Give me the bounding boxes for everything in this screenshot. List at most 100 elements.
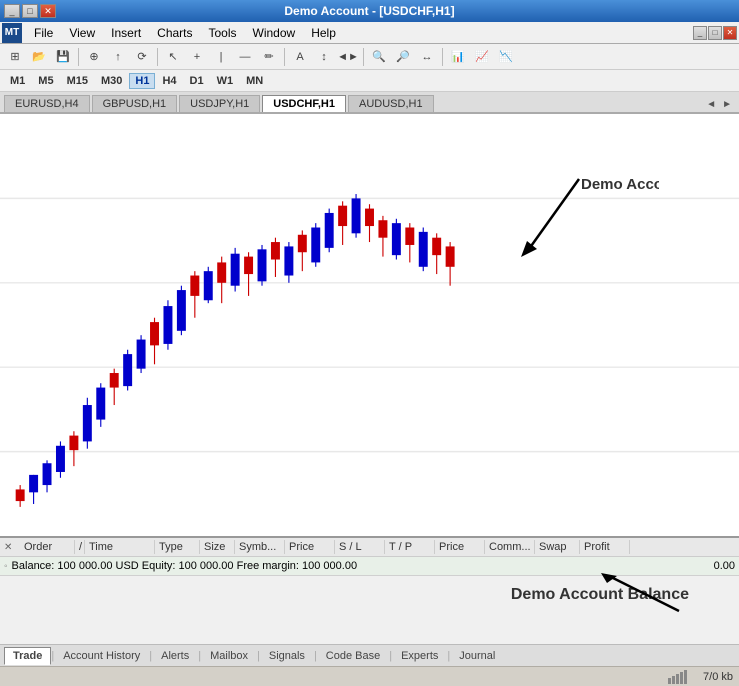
menu-tools[interactable]: Tools <box>201 24 245 42</box>
profiles-button[interactable]: ⊕ <box>83 46 105 68</box>
col-time: Time <box>85 540 155 554</box>
balance-text: Balance: 100 000.00 USD Equity: 100 000.… <box>12 560 358 572</box>
terminal-body: ◦ Balance: 100 000.00 USD Equity: 100 00… <box>0 557 739 644</box>
minimize-button[interactable]: _ <box>4 4 20 18</box>
bar-chart-button[interactable]: 📊 <box>447 46 469 68</box>
term-tab-journal[interactable]: Journal <box>450 647 504 665</box>
toolbar-sep-3 <box>284 48 285 66</box>
tf-m15[interactable]: M15 <box>61 73 94 89</box>
bar-5 <box>684 670 687 684</box>
tf-m30[interactable]: M30 <box>95 73 128 89</box>
crosshair-button[interactable]: + <box>186 46 208 68</box>
tf-mn[interactable]: MN <box>240 73 269 89</box>
col-type: Type <box>155 540 200 554</box>
menu-help[interactable]: Help <box>303 24 344 42</box>
col-sl: S / L <box>335 540 385 554</box>
tab-usdjpy-h1[interactable]: USDJPY,H1 <box>179 95 260 112</box>
scroll-right-icon[interactable]: ► <box>719 97 735 112</box>
text-button[interactable]: A <box>289 46 311 68</box>
bar-1 <box>668 678 671 684</box>
tf-h4[interactable]: H4 <box>156 73 182 89</box>
bar-4 <box>680 672 683 684</box>
term-tab-account-history[interactable]: Account History <box>54 647 149 665</box>
menu-bar: MT File View Insert Charts Tools Window … <box>0 22 739 44</box>
col-order: Order <box>20 540 75 554</box>
tf-d1[interactable]: D1 <box>184 73 210 89</box>
chart-canvas[interactable]: Demo Account <box>0 114 739 536</box>
line-chart-button[interactable]: 📉 <box>495 46 517 68</box>
term-tab-experts[interactable]: Experts <box>392 647 447 665</box>
tf-h1[interactable]: H1 <box>129 73 155 89</box>
draw-button[interactable]: ✏ <box>258 46 280 68</box>
open-button[interactable]: 📂 <box>28 46 50 68</box>
tf-m1[interactable]: M1 <box>4 73 31 89</box>
toolbar-sep-2 <box>157 48 158 66</box>
candle-chart-button[interactable]: 📈 <box>471 46 493 68</box>
zoom-in-button[interactable]: 🔍 <box>368 46 390 68</box>
tab-usdchf-h1[interactable]: USDCHF,H1 <box>262 95 346 112</box>
status-info: 7/0 kb <box>703 671 733 683</box>
col-profit: Profit <box>580 540 630 554</box>
col-arrow: / <box>75 540 85 554</box>
status-bar: 7/0 kb <box>0 666 739 686</box>
term-tab-trade[interactable]: Trade <box>4 647 51 665</box>
tf-m5[interactable]: M5 <box>32 73 59 89</box>
col-comm: Comm... <box>485 540 535 554</box>
tab-audusd-h1[interactable]: AUDUSD,H1 <box>348 95 434 112</box>
tf-w1[interactable]: W1 <box>211 73 240 89</box>
terminal-content: ◦ Balance: 100 000.00 USD Equity: 100 00… <box>0 557 739 644</box>
scroll-left-icon[interactable]: ◄ <box>703 97 719 112</box>
col-size: Size <box>200 540 235 554</box>
balance-icon: ◦ <box>4 561 8 572</box>
menu-insert[interactable]: Insert <box>103 24 149 42</box>
inner-maximize-button[interactable]: □ <box>708 26 722 40</box>
maximize-button[interactable]: □ <box>22 4 38 18</box>
line-button[interactable]: | <box>210 46 232 68</box>
window-title: Demo Account - [USDCHF,H1] <box>64 4 675 18</box>
chart-tab-scroll: ◄ ► <box>703 97 735 112</box>
terminal-tabs: Trade | Account History | Alerts | Mailb… <box>0 644 739 666</box>
indicators-button[interactable]: ◄► <box>337 46 359 68</box>
terminal-section: ✕ Order / Time Type Size Symb... Price S… <box>0 536 739 666</box>
chart-shift-button[interactable]: ↔ <box>416 46 438 68</box>
toolbar-sep-1 <box>78 48 79 66</box>
hline-button[interactable]: — <box>234 46 256 68</box>
menu-window[interactable]: Window <box>245 24 304 42</box>
bar-3 <box>676 674 679 684</box>
bar-2 <box>672 676 675 684</box>
new-chart-button[interactable]: ⊞ <box>4 46 26 68</box>
balance-arrow <box>529 571 709 621</box>
main-toolbar: ⊞ 📂 💾 ⊕ ↑ ⟳ ↖ + | — ✏ A ↕ ◄► 🔍 🔎 ↔ 📊 📈 📉 <box>0 44 739 70</box>
term-tab-alerts[interactable]: Alerts <box>152 647 198 665</box>
tab-gbpusd-h1[interactable]: GBPUSD,H1 <box>92 95 178 112</box>
term-tab-signals[interactable]: Signals <box>260 647 314 665</box>
term-tab-mailbox[interactable]: Mailbox <box>201 647 257 665</box>
terminal-header-row: ✕ Order / Time Type Size Symb... Price S… <box>0 538 739 557</box>
timeframe-bar: M1 M5 M15 M30 H1 H4 D1 W1 MN <box>0 70 739 92</box>
demo-account-annotation: Demo Account <box>499 169 659 292</box>
terminal-side-indicator: ✕ <box>4 542 20 553</box>
chart-area: EURUSD,H4 GBPUSD,H1 USDJPY,H1 USDCHF,H1 … <box>0 92 739 536</box>
price-label-button[interactable]: ↕ <box>313 46 335 68</box>
close-button[interactable]: ✕ <box>40 4 56 18</box>
cursor-button[interactable]: ↖ <box>162 46 184 68</box>
history-button[interactable]: ↑ <box>107 46 129 68</box>
menu-file[interactable]: File <box>26 24 61 42</box>
tab-eurusd-h4[interactable]: EURUSD,H4 <box>4 95 90 112</box>
app-logo: MT <box>2 23 22 43</box>
col-price2: Price <box>435 540 485 554</box>
chart-tabs: EURUSD,H4 GBPUSD,H1 USDJPY,H1 USDCHF,H1 … <box>0 92 739 114</box>
refresh-button[interactable]: ⟳ <box>131 46 153 68</box>
zoom-out-button[interactable]: 🔎 <box>392 46 414 68</box>
menu-view[interactable]: View <box>61 24 103 42</box>
demo-balance-area: Demo Account Balance <box>0 576 739 644</box>
col-swap: Swap <box>535 540 580 554</box>
save-button[interactable]: 💾 <box>52 46 74 68</box>
inner-close-button[interactable]: ✕ <box>723 26 737 40</box>
menu-charts[interactable]: Charts <box>149 24 200 42</box>
svg-text:Demo Account: Demo Account <box>581 176 659 193</box>
title-bar: _ □ ✕ Demo Account - [USDCHF,H1] <box>0 0 739 22</box>
term-tab-codebase[interactable]: Code Base <box>317 647 389 665</box>
inner-minimize-button[interactable]: _ <box>693 26 707 40</box>
col-tp: T / P <box>385 540 435 554</box>
